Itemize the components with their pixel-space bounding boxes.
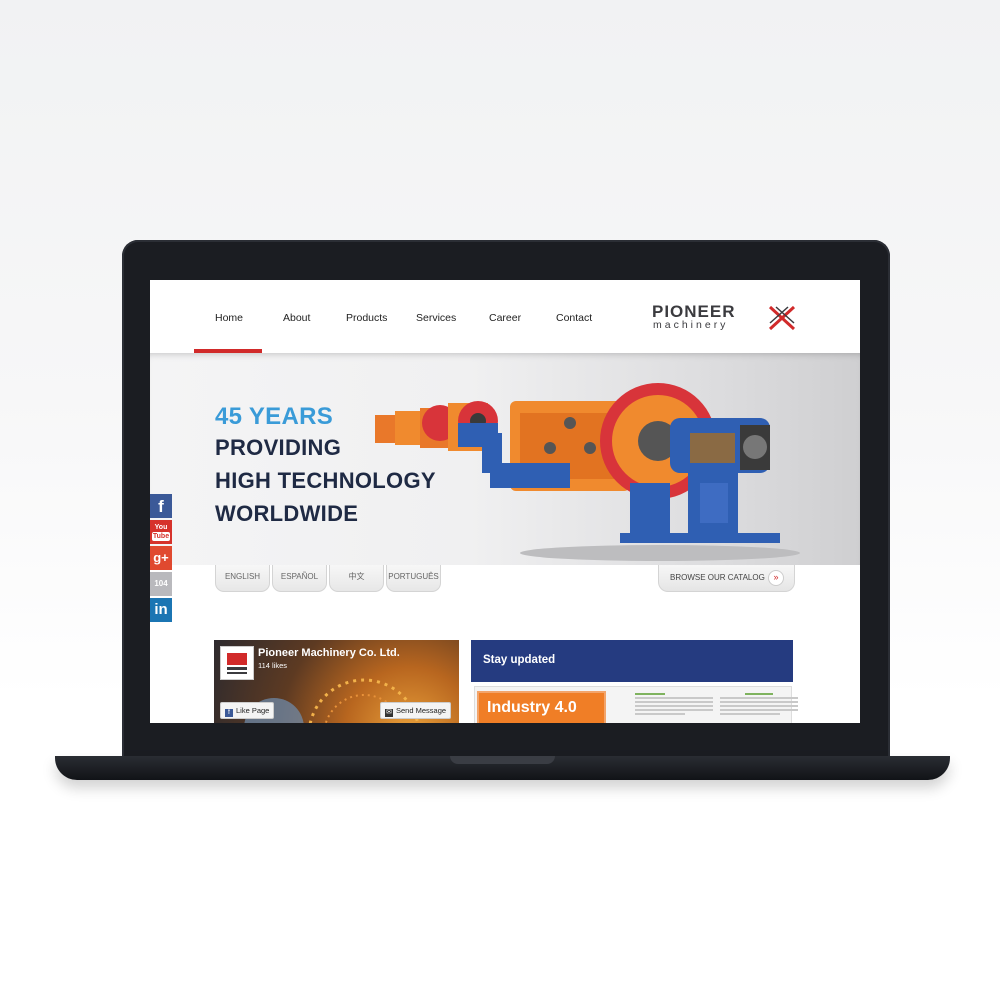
lang-tab-chinese[interactable]: 中文: [329, 565, 384, 592]
social-sidebar: f You Tube g+ 104 in: [150, 494, 172, 624]
nav-services[interactable]: Services: [416, 312, 456, 324]
industry-feature-title: Industry 4.0: [487, 699, 577, 716]
newsletter-column-1: [635, 691, 713, 723]
job-bank-104-icon[interactable]: 104: [150, 572, 172, 596]
fb-like-label: Like Page: [236, 706, 270, 715]
facebook-icon: f: [225, 709, 233, 717]
nav-products[interactable]: Products: [346, 312, 387, 324]
pioneer-logo[interactable]: PIONEER machinery: [650, 300, 800, 336]
browser-screen: Home About Products Services Career Cont…: [150, 280, 860, 723]
stranding-machine-image: [375, 383, 800, 561]
google-plus-icon[interactable]: g+: [150, 546, 172, 570]
hero-line-1: PROVIDING: [215, 435, 342, 460]
fb-page-avatar: [220, 646, 254, 680]
hero-accent-text: 45 YEARS: [215, 403, 334, 430]
facebook-page-widget[interactable]: Pioneer Machinery Co. Ltd. 114 likes f Li…: [214, 640, 459, 723]
laptop-base: [55, 756, 950, 780]
nav-contact[interactable]: Contact: [556, 312, 592, 324]
chevron-double-down-icon: »: [768, 570, 784, 586]
lang-tab-english[interactable]: ENGLISH: [215, 565, 270, 592]
top-navigation: Home About Products Services Career Cont…: [150, 280, 860, 353]
youtube-icon[interactable]: You Tube: [150, 520, 172, 544]
newsletter-header: Stay updated: [471, 640, 793, 682]
catalog-label: BROWSE OUR CATALOG: [670, 573, 765, 582]
fb-like-count: 114 likes: [258, 661, 288, 670]
fb-send-message-button[interactable]: ✉ Send Message: [380, 702, 452, 719]
newsletter-column-2: [720, 691, 798, 723]
youtube-icon-top: You: [154, 524, 168, 531]
logo-subtitle: machinery: [653, 319, 729, 331]
pioneer-avatar-icon: [227, 653, 247, 674]
lang-tab-spanish[interactable]: ESPAÑOL: [272, 565, 327, 592]
fb-like-page-button[interactable]: f Like Page: [220, 702, 275, 719]
laptop-notch: [450, 756, 555, 764]
linkedin-icon[interactable]: in: [150, 598, 172, 622]
nav-career[interactable]: Career: [489, 312, 521, 324]
fb-page-name[interactable]: Pioneer Machinery Co. Ltd.: [258, 647, 400, 659]
newsletter-heading: Stay updated: [483, 654, 556, 666]
youtube-icon-bottom: Tube: [152, 532, 170, 541]
facebook-icon[interactable]: f: [150, 494, 172, 518]
logo-x-mark-icon: [768, 305, 796, 331]
nav-home[interactable]: Home: [215, 312, 243, 324]
lang-tab-portuguese[interactable]: PORTUGUÊS: [386, 565, 441, 592]
hero-banner: 45 YEARS PROVIDING HIGH TECHNOLOGY WORLD…: [150, 353, 860, 565]
nav-about[interactable]: About: [283, 312, 310, 324]
industry-feature-banner: Industry 4.0: [477, 691, 606, 723]
fb-message-label: Send Message: [396, 706, 447, 715]
newsletter-panel[interactable]: Stay updated Industry 4.0: [471, 640, 798, 723]
hero-line-3: WORLDWIDE: [215, 501, 359, 526]
message-icon: ✉: [385, 709, 393, 717]
newsletter-preview[interactable]: Industry 4.0: [474, 686, 798, 723]
browse-catalog-button[interactable]: BROWSE OUR CATALOG »: [658, 565, 795, 592]
